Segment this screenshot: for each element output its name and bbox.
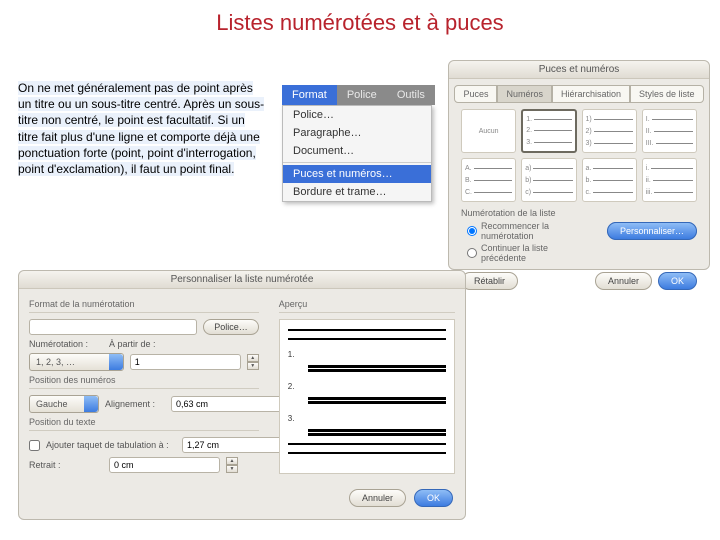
position-select[interactable]: Gauche (29, 395, 99, 413)
menu-format[interactable]: Format (282, 85, 337, 105)
alignement-label: Alignement : (105, 399, 165, 409)
menu-separator (283, 162, 431, 163)
page-title: Listes numérotées et à puces (0, 0, 720, 36)
menu-item-bordure-trame[interactable]: Bordure et trame… (283, 183, 431, 201)
style-roman[interactable]: I.II.III. (642, 109, 697, 153)
annuler-button[interactable]: Annuler (595, 272, 652, 290)
number-style-grid: Aucun 1.2.3. 1)2)3) I.II.III. A.B.C. a)b… (449, 109, 709, 202)
dlg2-annuler-button[interactable]: Annuler (349, 489, 406, 507)
retrait-input[interactable] (109, 457, 220, 473)
style-123[interactable]: 1.2.3. (521, 109, 576, 153)
apercu-label: Aperçu (279, 299, 455, 309)
personnaliser-button[interactable]: Personnaliser… (607, 222, 697, 240)
tab-checkbox[interactable] (29, 440, 40, 451)
format-dropdown: Police… Paragraphe… Document… Puces et n… (282, 105, 432, 202)
alignement-input[interactable] (171, 396, 282, 412)
tab-segmented-control: Puces Numéros Hiérarchisation Styles de … (449, 85, 709, 103)
menu-item-police[interactable]: Police… (283, 106, 431, 124)
style-123-paren[interactable]: 1)2)3) (582, 109, 637, 153)
numerotation-section-label: Numérotation de la liste (449, 202, 709, 220)
menu-item-puces-numeros[interactable]: Puces et numéros… (283, 165, 431, 183)
radio-recommencer[interactable]: Recommencer la numérotation (449, 220, 595, 242)
tab-label: Ajouter taquet de tabulation à : (46, 440, 176, 450)
menu-outils[interactable]: Outils (387, 85, 435, 105)
dialog-puces-numeros: Puces et numéros Puces Numéros Hiérarchi… (448, 60, 710, 270)
menu-bar-area: Format Police Outils Police… Paragraphe…… (282, 85, 435, 202)
ok-button[interactable]: OK (658, 272, 697, 290)
menu-item-paragraphe[interactable]: Paragraphe… (283, 124, 431, 142)
menu-header: Format Police Outils (282, 85, 435, 105)
tab-numeros[interactable]: Numéros (497, 85, 552, 103)
retrait-label: Retrait : (29, 460, 103, 470)
dlg2-ok-button[interactable]: OK (414, 489, 453, 507)
instruction-text: On ne met généralement pas de point aprè… (18, 80, 268, 177)
style-lower-alpha[interactable]: a.b.c. (582, 158, 637, 202)
police-button[interactable]: Police… (203, 319, 259, 335)
style-upper-alpha[interactable]: A.B.C. (461, 158, 516, 202)
dialog-title: Puces et numéros (449, 61, 709, 79)
tab-styles-liste[interactable]: Styles de liste (630, 85, 704, 103)
retablir-button[interactable]: Rétablir (461, 272, 518, 290)
style-lower-roman[interactable]: i.ii.iii. (642, 158, 697, 202)
numerotation-label: Numérotation : (29, 339, 103, 349)
apartir-input[interactable] (130, 354, 241, 370)
tab-puces[interactable]: Puces (454, 85, 497, 103)
pos-text-group-label: Position du texte (29, 417, 259, 427)
radio-continuer[interactable]: Continuer la liste précédente (449, 242, 595, 264)
format-group-label: Format de la numérotation (29, 299, 259, 309)
tab-hierarchisation[interactable]: Hiérarchisation (552, 85, 630, 103)
apartir-stepper[interactable]: ▲▼ (247, 354, 259, 370)
retrait-stepper[interactable]: ▲▼ (226, 457, 238, 473)
dialog2-title: Personnaliser la liste numérotée (19, 271, 465, 289)
apartir-label: À partir de : (109, 339, 167, 349)
pos-num-group-label: Position des numéros (29, 375, 259, 385)
style-aucun[interactable]: Aucun (461, 109, 516, 153)
numerotation-select[interactable]: 1, 2, 3, … (29, 353, 124, 371)
format-input[interactable] (29, 319, 197, 335)
preview-pane: 1. 2. 3. (279, 319, 455, 474)
menu-police[interactable]: Police (337, 85, 387, 105)
dialog-personnaliser: Personnaliser la liste numérotée Format … (18, 270, 466, 520)
style-lower-alpha-paren[interactable]: a)b)c) (521, 158, 576, 202)
menu-item-document[interactable]: Document… (283, 142, 431, 160)
